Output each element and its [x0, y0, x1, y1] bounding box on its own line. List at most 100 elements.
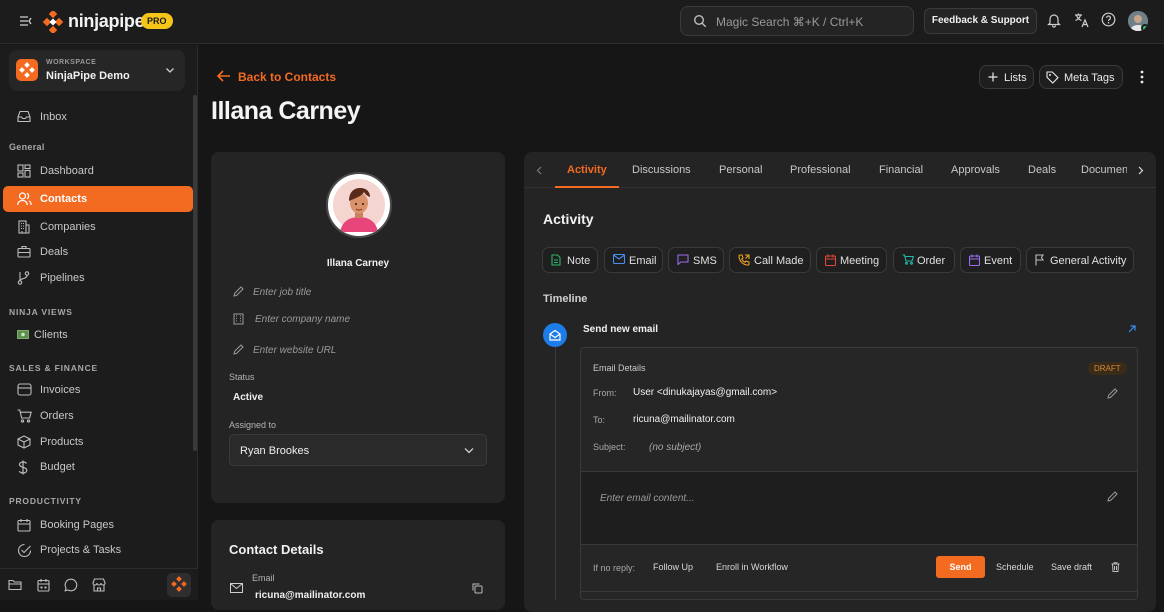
event-calendar-icon	[969, 254, 980, 266]
user-avatar[interactable]	[1128, 11, 1148, 31]
tag-icon	[1046, 71, 1059, 84]
edit-pencil-icon[interactable]	[1107, 388, 1118, 399]
menu-collapse-icon[interactable]	[19, 15, 32, 27]
subject-value[interactable]: (no subject)	[649, 442, 701, 453]
meta-tags-label: Meta Tags	[1064, 72, 1115, 84]
sidebar-item-booking-pages[interactable]: Booking Pages	[3, 512, 193, 538]
bell-icon[interactable]	[1047, 12, 1061, 28]
trash-icon[interactable]	[1111, 562, 1120, 572]
flag-icon	[1035, 254, 1044, 266]
magic-search-input[interactable]: Magic Search ⌘+K / Ctrl+K	[680, 6, 914, 36]
event-chip-button[interactable]: Event	[960, 247, 1021, 273]
sidebar-item-clients[interactable]: Clients	[3, 322, 193, 348]
building-icon	[233, 313, 244, 325]
timeline-entry-title: Send new email	[583, 324, 659, 335]
general-activity-chip-button[interactable]: General Activity	[1026, 247, 1134, 273]
sms-chip-button[interactable]: SMS	[668, 247, 724, 273]
chip-label: Call Made	[754, 255, 804, 267]
from-value: User <dinukajayas@gmail.com>	[633, 387, 778, 398]
tab-approvals[interactable]: Approvals	[951, 164, 1000, 176]
back-to-contacts-link[interactable]: Back to Contacts	[216, 69, 336, 84]
lists-button[interactable]: Lists	[979, 65, 1034, 89]
website-url-placeholder: Enter website URL	[253, 345, 337, 356]
edit-pencil-icon[interactable]	[1107, 491, 1118, 502]
help-icon[interactable]	[1101, 12, 1116, 27]
workspace-switcher[interactable]: WORKSPACE NinjaPipe Demo	[9, 50, 185, 91]
sidebar-item-inbox[interactable]: Inbox	[3, 104, 193, 130]
tab-documents[interactable]: Documen	[1081, 164, 1127, 176]
chevron-down-icon	[464, 448, 474, 454]
sidebar-scrollbar[interactable]	[193, 95, 197, 451]
schedule-button[interactable]: Schedule	[996, 562, 1034, 572]
chevron-right-icon[interactable]	[1138, 166, 1144, 175]
email-value[interactable]: ricuna@mailinator.com	[255, 590, 365, 601]
no-reply-label: If no reply:	[593, 563, 636, 573]
status-label: Status	[229, 372, 255, 382]
sidebar-item-deals[interactable]: Deals	[3, 239, 193, 265]
sidebar-item-label: Booking Pages	[40, 519, 114, 531]
order-chip-button[interactable]: Order	[893, 247, 955, 273]
job-title-placeholder: Enter job title	[253, 287, 312, 298]
note-chip-button[interactable]: Note	[542, 247, 598, 273]
sidebar-item-companies[interactable]: Companies	[3, 214, 193, 240]
meeting-chip-button[interactable]: Meeting	[816, 247, 887, 273]
chip-label: Note	[567, 255, 591, 267]
chip-label: Order	[917, 255, 946, 267]
tab-financial[interactable]: Financial	[879, 164, 923, 176]
tab-professional[interactable]: Professional	[790, 164, 851, 176]
translate-icon[interactable]	[1074, 12, 1090, 28]
briefcase-icon	[17, 245, 31, 258]
sidebar-item-projects-tasks[interactable]: Projects & Tasks	[3, 537, 193, 563]
email-chip-button[interactable]: Email	[604, 247, 663, 273]
store-icon[interactable]	[92, 578, 106, 592]
contact-avatar[interactable]	[326, 172, 392, 238]
call-made-chip-button[interactable]: Call Made	[729, 247, 811, 273]
online-status-dot	[1141, 24, 1148, 31]
sidebar-item-budget[interactable]: Budget	[3, 454, 193, 480]
sidebar-item-products[interactable]: Products	[3, 429, 193, 455]
save-draft-button[interactable]: Save draft	[1051, 562, 1092, 572]
assigned-to-select[interactable]: Ryan Brookes	[229, 434, 487, 466]
sidebar-item-invoices[interactable]: Invoices	[3, 377, 193, 403]
send-button[interactable]: Send	[936, 556, 985, 578]
money-icon	[17, 330, 29, 339]
sidebar-item-label: Deals	[40, 246, 69, 258]
email-content-editor[interactable]	[581, 472, 1137, 544]
expand-arrow-icon[interactable]	[1128, 325, 1136, 333]
sidebar-item-pipelines[interactable]: Pipelines	[3, 265, 193, 291]
sidebar-item-contacts[interactable]: Contacts	[3, 186, 193, 212]
sidebar-item-label: Products	[40, 436, 84, 448]
meta-tags-button[interactable]: Meta Tags	[1039, 65, 1123, 89]
from-label: From:	[593, 388, 617, 398]
activity-heading: Activity	[543, 211, 594, 227]
sidebar-item-dashboard[interactable]: Dashboard	[3, 158, 193, 184]
status-value[interactable]: Active	[233, 392, 263, 403]
email-details-heading: Email Details	[593, 363, 646, 373]
inbox-icon	[17, 110, 31, 123]
more-options-icon[interactable]	[1140, 70, 1144, 84]
sidebar: WORKSPACE NinjaPipe Demo Inbox General D…	[0, 45, 198, 600]
tab-deals[interactable]: Deals	[1028, 164, 1056, 176]
top-bar: ninjapipe PRO Magic Search ⌘+K / Ctrl+K …	[0, 0, 1164, 44]
folder-icon[interactable]	[8, 578, 22, 591]
phone-icon	[738, 254, 750, 266]
feedback-support-button[interactable]: Feedback & Support	[924, 8, 1037, 34]
chat-bubble-icon[interactable]	[64, 578, 78, 592]
chip-label: Meeting	[840, 255, 880, 267]
follow-up-button[interactable]: Follow Up	[653, 562, 693, 572]
calendar-icon[interactable]	[37, 578, 50, 592]
section-general: General	[9, 142, 45, 152]
back-link-label: Back to Contacts	[238, 70, 337, 84]
enroll-workflow-button[interactable]: Enroll in Workflow	[716, 562, 788, 572]
section-sales-finance: SALES & FINANCE	[9, 363, 98, 373]
sidebar-item-label: Pipelines	[40, 272, 85, 284]
copy-icon[interactable]	[472, 583, 483, 594]
sidebar-item-orders[interactable]: Orders	[3, 403, 193, 429]
tab-personal[interactable]: Personal	[719, 164, 762, 176]
ninjapipe-app-icon[interactable]	[167, 573, 191, 597]
chevron-left-icon[interactable]	[536, 166, 542, 175]
tab-discussions[interactable]: Discussions	[632, 164, 691, 176]
sidebar-item-label: Inbox	[40, 111, 67, 123]
contact-details-title: Contact Details	[229, 542, 324, 557]
tab-activity[interactable]: Activity	[567, 164, 607, 176]
